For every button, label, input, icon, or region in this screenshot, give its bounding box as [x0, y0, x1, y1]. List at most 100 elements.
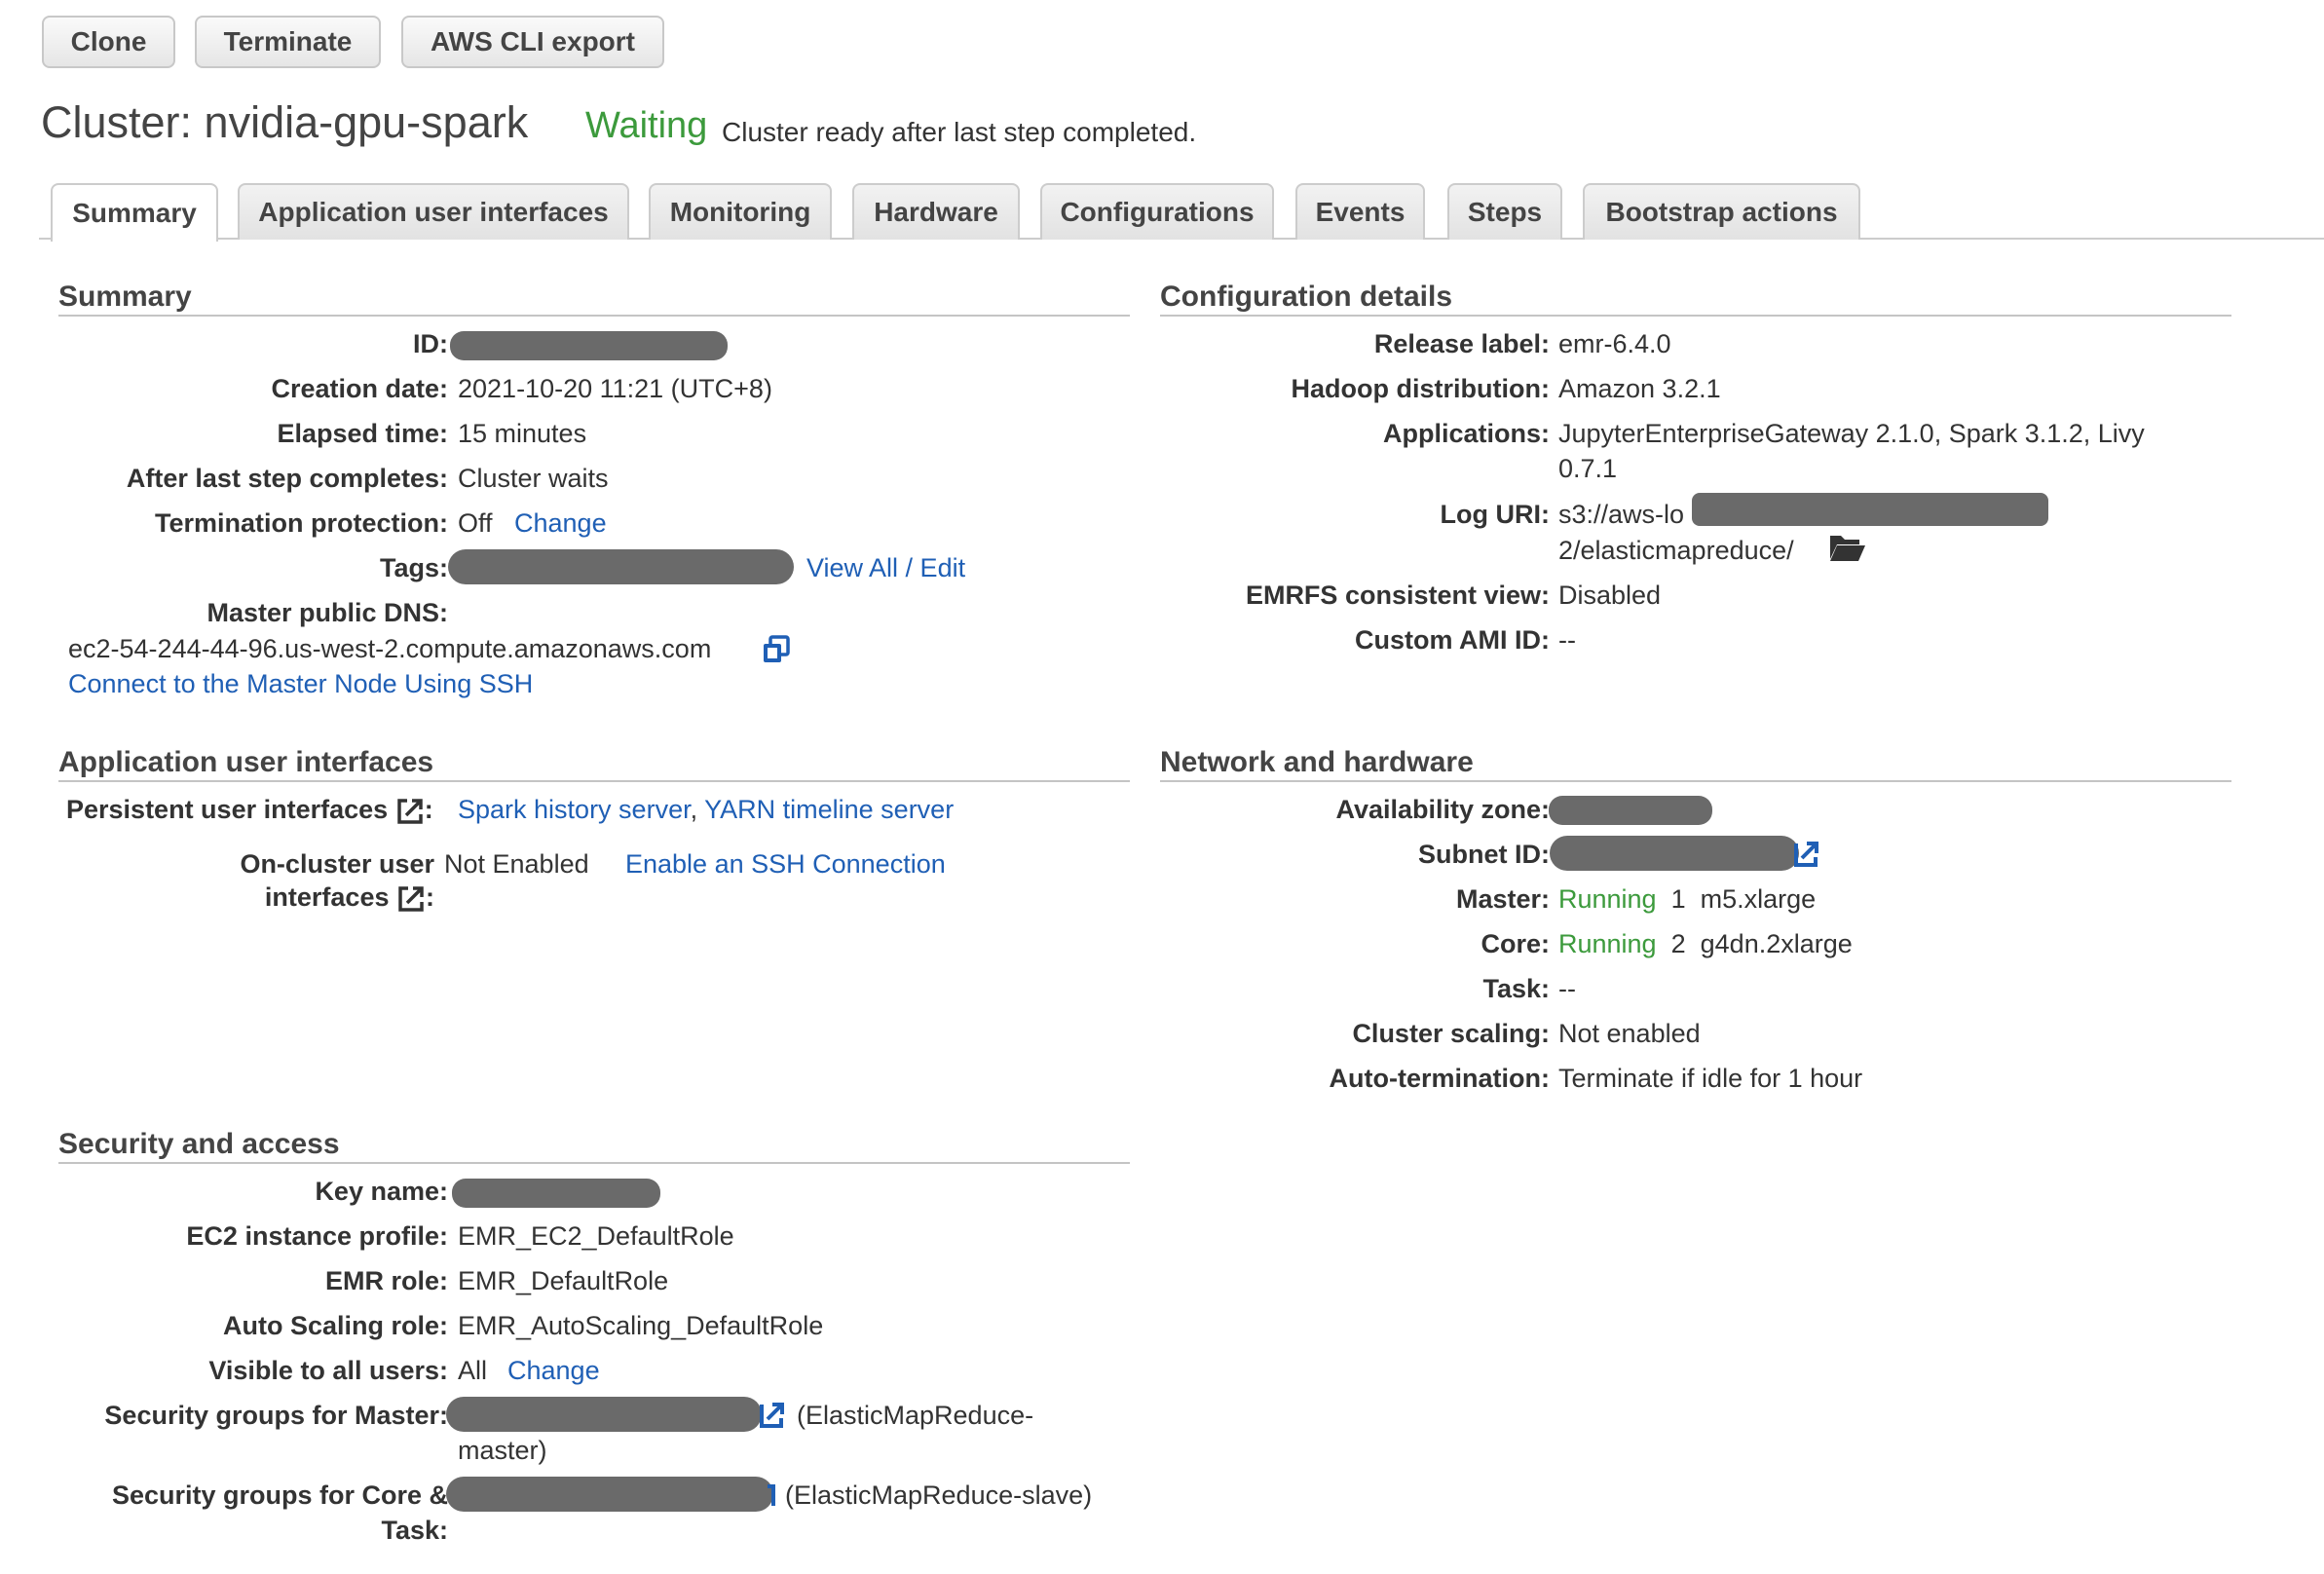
- persistent-ui-colon: :: [424, 795, 433, 824]
- emr-role-value: EMR_DefaultRole: [458, 1266, 669, 1295]
- tab-bootstrap-actions[interactable]: Bootstrap actions: [1583, 183, 1860, 240]
- id-label: ID:: [413, 329, 448, 358]
- folder-open-icon[interactable]: [1828, 532, 1867, 568]
- core-instance-type: g4dn.2xlarge: [1700, 929, 1853, 958]
- log-uri-label: Log URI:: [1440, 500, 1550, 529]
- key-name-label: Key name:: [315, 1177, 448, 1206]
- tab-summary[interactable]: Summary: [51, 183, 218, 242]
- yarn-timeline-server-link[interactable]: YARN timeline server: [704, 795, 954, 824]
- ec2-instance-profile-label: EC2 instance profile:: [186, 1221, 448, 1251]
- external-link-icon[interactable]: [766, 1480, 777, 1515]
- master-count: 1: [1670, 884, 1686, 914]
- core-count: 2: [1670, 929, 1686, 958]
- hadoop-distribution-value: Amazon 3.2.1: [1558, 374, 1721, 403]
- hadoop-distribution-label: Hadoop distribution:: [1291, 374, 1550, 403]
- security-groups-core-label-line1: Security groups for Core &: [111, 1480, 448, 1510]
- configuration-details-heading: Configuration details: [1160, 281, 1452, 313]
- persistent-ui-values: Spark history server, YARN timeline serv…: [458, 795, 954, 825]
- core-label: Core:: [1481, 929, 1550, 958]
- termination-protection-change-link[interactable]: Change: [514, 508, 607, 539]
- tags-label: Tags:: [379, 553, 448, 582]
- master-label: Master:: [1455, 884, 1550, 914]
- auto-scaling-role-value: EMR_AutoScaling_DefaultRole: [458, 1311, 824, 1340]
- elapsed-time-value: 15 minutes: [458, 419, 587, 448]
- external-link-icon[interactable]: [1792, 840, 1819, 874]
- task-value: --: [1558, 974, 1576, 1003]
- terminate-button[interactable]: Terminate: [195, 16, 381, 68]
- redacted-subnet-id: [1550, 836, 1799, 871]
- tags-view-all-edit-link[interactable]: View All / Edit: [806, 553, 965, 583]
- emrfs-consistent-view-value: Disabled: [1558, 581, 1662, 610]
- external-link-icon: [396, 799, 423, 824]
- on-cluster-ui-label-line1: On-cluster user: [240, 849, 434, 879]
- master-dns-value: ec2-54-244-44-96.us-west-2.compute.amazo…: [68, 634, 712, 663]
- on-cluster-ui-value: Not Enabled: [444, 849, 589, 879]
- aws-cli-export-button[interactable]: AWS CLI export: [401, 16, 664, 68]
- redacted-key-name: [452, 1179, 660, 1208]
- connect-ssh-link[interactable]: Connect to the Master Node Using SSH: [68, 669, 533, 699]
- applications-label: Applications:: [1382, 419, 1550, 448]
- copy-icon[interactable]: [762, 635, 791, 669]
- application-ui-divider: [58, 780, 1130, 782]
- after-last-step-label: After last step completes:: [126, 464, 448, 493]
- persistent-ui-separator: ,: [690, 795, 698, 824]
- page-title: Cluster: nvidia-gpu-spark: [41, 97, 529, 147]
- summary-divider: [58, 315, 1130, 317]
- spark-history-server-link[interactable]: Spark history server: [458, 795, 691, 824]
- release-label-value: emr-6.4.0: [1558, 329, 1671, 358]
- security-groups-master-value-line2: master): [458, 1436, 547, 1465]
- on-cluster-ui-label-text: interfaces: [264, 882, 390, 912]
- core-value: Running 2 g4dn.2xlarge: [1558, 929, 1853, 959]
- security-groups-core-value: (ElasticMapReduce-slave): [785, 1480, 1093, 1510]
- master-dns-label: Master public DNS:: [206, 598, 448, 627]
- redacted-security-group-master: [446, 1397, 762, 1432]
- custom-ami-value: --: [1558, 625, 1576, 655]
- availability-zone-label: Availability zone:: [1335, 795, 1550, 824]
- termination-protection-value: Off: [458, 508, 493, 538]
- security-access-heading: Security and access: [58, 1128, 340, 1160]
- clone-button[interactable]: Clone: [42, 16, 175, 68]
- tab-application-user-interfaces[interactable]: Application user interfaces: [238, 183, 629, 240]
- ec2-instance-profile-value: EMR_EC2_DefaultRole: [458, 1221, 734, 1251]
- security-groups-master-label: Security groups for Master:: [104, 1401, 448, 1430]
- tab-steps[interactable]: Steps: [1447, 183, 1562, 240]
- creation-date-label: Creation date:: [271, 374, 448, 403]
- visible-to-all-users-change-link[interactable]: Change: [507, 1356, 600, 1386]
- emr-role-label: EMR role:: [324, 1266, 448, 1295]
- visible-to-all-users-label: Visible to all users:: [208, 1356, 448, 1385]
- visible-to-all-users-value: All: [458, 1356, 488, 1385]
- applications-value-line1: JupyterEnterpriseGateway 2.1.0, Spark 3.…: [1558, 419, 2145, 448]
- enable-ssh-connection-link[interactable]: Enable an SSH Connection: [625, 849, 946, 880]
- core-status: Running: [1558, 929, 1657, 958]
- persistent-ui-label: Persistent user interfaces :: [66, 795, 433, 826]
- cluster-status: Waiting: [585, 105, 708, 146]
- tab-events[interactable]: Events: [1295, 183, 1425, 240]
- security-groups-core-label-line2: Task:: [381, 1516, 448, 1545]
- summary-heading: Summary: [58, 281, 192, 313]
- tab-hardware[interactable]: Hardware: [852, 183, 1020, 240]
- redacted-id: [450, 331, 728, 360]
- tab-configurations[interactable]: Configurations: [1040, 183, 1274, 240]
- on-cluster-ui-label-line2: interfaces :: [265, 882, 434, 914]
- log-uri-value-line1: s3://aws-lo: [1558, 500, 1685, 529]
- redacted-log-uri: [1692, 493, 2048, 526]
- configuration-divider: [1160, 315, 2231, 317]
- redacted-availability-zone: [1549, 796, 1712, 825]
- on-cluster-ui-colon: :: [426, 882, 434, 912]
- elapsed-time-label: Elapsed time:: [277, 419, 448, 448]
- security-groups-master-value-line1: (ElasticMapReduce-: [797, 1401, 1034, 1430]
- auto-termination-label: Auto-termination:: [1329, 1064, 1550, 1093]
- master-value: Running 1 m5.xlarge: [1558, 884, 1816, 915]
- redacted-security-group-core: [446, 1477, 773, 1512]
- creation-date-value: 2021-10-20 11:21 (UTC+8): [458, 374, 772, 403]
- master-instance-type: m5.xlarge: [1700, 884, 1817, 914]
- task-label: Task:: [1482, 974, 1550, 1003]
- subnet-id-label: Subnet ID:: [1418, 840, 1550, 869]
- external-link-icon[interactable]: [758, 1401, 785, 1435]
- redacted-tags: [448, 549, 794, 584]
- cluster-scaling-label: Cluster scaling:: [1352, 1019, 1550, 1048]
- log-uri-value-line2: 2/elasticmapreduce/: [1558, 536, 1794, 565]
- network-divider: [1160, 780, 2231, 782]
- persistent-ui-label-text: Persistent user interfaces: [66, 795, 389, 824]
- tab-monitoring[interactable]: Monitoring: [649, 183, 832, 240]
